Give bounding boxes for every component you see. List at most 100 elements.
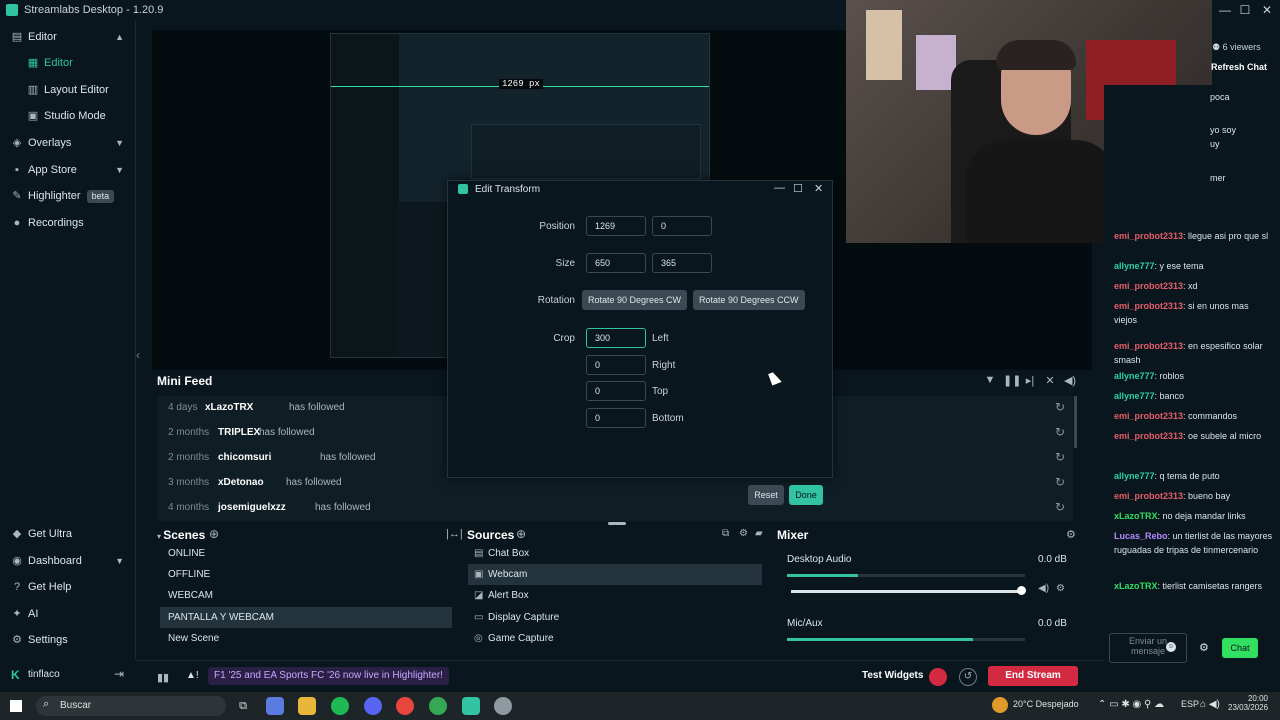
chat-username[interactable]: emi_probot2313 <box>1114 231 1183 241</box>
windows-start-icon[interactable] <box>10 700 22 712</box>
sidebar-item-get-ultra[interactable]: ◆ Get Ultra <box>0 521 136 547</box>
maximize-icon[interactable]: ☐ <box>1236 2 1254 18</box>
chat-username[interactable]: emi_probot2313 <box>1114 491 1183 501</box>
repeat-alert-icon[interactable]: ↻ <box>1055 425 1065 439</box>
chat-username[interactable]: Lucas_Rebo <box>1114 531 1168 541</box>
spotify-icon[interactable] <box>331 697 349 715</box>
sidebar-item-highlighter[interactable]: ✎ Highlighter beta <box>0 183 136 209</box>
sidebar-item-ai[interactable]: ✦ AI <box>0 601 136 627</box>
source-item[interactable]: ◪ Alert Box <box>468 585 762 606</box>
chat-username[interactable]: emi_probot2313 <box>1114 341 1183 351</box>
repeat-alert-icon[interactable]: ↻ <box>1055 475 1065 489</box>
logout-icon[interactable]: ⇥ <box>114 667 124 681</box>
minifeed-scrollbar[interactable] <box>1074 396 1077 448</box>
rotate-ccw-button[interactable]: Rotate 90 Degrees CCW <box>693 290 805 310</box>
user-profile[interactable]: K tinflaco ⇥ <box>0 664 136 688</box>
scene-item[interactable]: OFFLINE <box>160 564 452 585</box>
transition-icon[interactable]: |↔| <box>446 528 463 540</box>
sidebar-item-get-help[interactable]: ? Get Help <box>0 574 136 600</box>
folder-icon[interactable]: ▰ <box>755 528 763 539</box>
add-source-icon[interactable]: ⊕ <box>516 527 526 541</box>
promo-banner[interactable]: F1 '25 and EA Sports FC '26 now live in … <box>208 667 449 685</box>
replay-buffer-icon[interactable]: ↺ <box>959 668 977 686</box>
taskbar-search[interactable]: Buscar <box>36 696 226 716</box>
chat-username[interactable]: emi_probot2313 <box>1114 301 1183 311</box>
done-button[interactable]: Done <box>789 485 823 505</box>
weather-text[interactable]: 20°C Despejado <box>1013 699 1079 709</box>
add-scene-icon[interactable]: ⊕ <box>209 527 219 541</box>
language-indicator[interactable]: ESP <box>1181 699 1199 709</box>
minimize-icon[interactable]: — <box>1216 2 1234 18</box>
chat-username[interactable]: xLazoTRX <box>1114 511 1158 521</box>
dialog-minimize-icon[interactable]: — <box>774 182 785 194</box>
scene-item[interactable]: New Scene <box>160 628 452 649</box>
file-explorer-icon[interactable] <box>298 697 316 715</box>
chat-username[interactable]: allyne777 <box>1114 261 1155 271</box>
source-item[interactable]: ◎ Game Capture <box>468 628 762 649</box>
chat-username[interactable]: allyne777 <box>1114 471 1155 481</box>
record-button[interactable] <box>929 668 947 686</box>
sidebar-item-editor-group[interactable]: ▤ Editor ▲ <box>0 24 136 50</box>
volume-slider-handle[interactable] <box>1017 586 1026 595</box>
pause-icon[interactable]: ❚❚ <box>1003 374 1021 388</box>
dialog-close-icon[interactable]: ✕ <box>814 182 823 195</box>
chat-username[interactable]: emi_probot2313 <box>1114 281 1183 291</box>
chat-username[interactable]: emi_probot2313 <box>1114 431 1183 441</box>
channel-settings-icon[interactable]: ⚙ <box>1056 583 1065 594</box>
sidebar-item-layout-editor[interactable]: ▥ Layout Editor <box>0 77 136 103</box>
source-item[interactable]: ▤ Chat Box <box>468 543 762 564</box>
refresh-chat-button[interactable]: Refresh Chat <box>1211 62 1267 72</box>
crop-left-input[interactable] <box>586 328 646 348</box>
streamlabs-taskbar-icon[interactable] <box>462 697 480 715</box>
end-stream-button[interactable]: End Stream <box>988 666 1078 686</box>
chat-send-button[interactable]: Chat <box>1222 638 1258 658</box>
size-height-input[interactable] <box>652 253 712 273</box>
chat-username[interactable]: xLazoTRX <box>1114 581 1158 591</box>
crop-top-input[interactable] <box>586 381 646 401</box>
sidebar-item-studio-mode[interactable]: ▣ Studio Mode <box>0 103 136 129</box>
mixer-settings-icon[interactable]: ⚙ <box>1066 528 1076 541</box>
task-view-icon[interactable]: ⧉ <box>234 697 252 715</box>
skip-icon[interactable]: ▸| <box>1023 374 1037 388</box>
sidebar-item-recordings[interactable]: ● Recordings <box>0 210 136 236</box>
mute-icon[interactable]: ◀) <box>1038 583 1049 594</box>
resize-handle[interactable] <box>608 522 626 525</box>
discord-icon[interactable] <box>364 697 382 715</box>
chrome-profile-icon[interactable] <box>429 697 447 715</box>
size-width-input[interactable] <box>586 253 646 273</box>
sidebar-item-overlays[interactable]: ◈ Overlays ▼ <box>0 130 136 156</box>
scene-item[interactable]: PANTALLA Y WEBCAM <box>160 607 452 628</box>
collapse-preview-icon[interactable]: ‹ <box>136 348 146 362</box>
reset-button[interactable]: Reset <box>748 485 784 505</box>
repeat-alert-icon[interactable]: ↻ <box>1055 500 1065 514</box>
filter-icon[interactable]: ▼ <box>983 374 997 388</box>
source-item[interactable]: ▭ Display Capture <box>468 607 762 628</box>
scene-item[interactable]: ONLINE <box>160 543 452 564</box>
stats-icon[interactable]: ▮▮ <box>157 671 169 684</box>
repeat-alert-icon[interactable]: ↻ <box>1055 450 1065 464</box>
network-volume-icons[interactable]: ⌂ ◀) <box>1200 699 1220 710</box>
position-x-input[interactable] <box>586 216 646 236</box>
source-properties-icon[interactable]: ⚙ <box>739 528 748 539</box>
group-sources-icon[interactable]: ⧉ <box>722 528 729 539</box>
rotate-cw-button[interactable]: Rotate 90 Degrees CW <box>582 290 688 310</box>
chrome-icon[interactable] <box>396 697 414 715</box>
notifications-icon[interactable]: ▲! <box>186 670 199 681</box>
tray-icons[interactable]: ⌃ ▭ ✱ ◉ ⚲ ☁ <box>1098 699 1164 710</box>
position-y-input[interactable] <box>652 216 712 236</box>
dialog-maximize-icon[interactable]: ☐ <box>793 182 803 195</box>
source-item[interactable]: ▣ Webcam <box>468 564 762 585</box>
chat-username[interactable]: emi_probot2313 <box>1114 411 1183 421</box>
crop-bottom-input[interactable] <box>586 408 646 428</box>
emoji-icon[interactable]: ☺ <box>1166 642 1176 652</box>
repeat-alert-icon[interactable]: ↻ <box>1055 400 1065 414</box>
mute-alerts-icon[interactable]: ✕ <box>1043 374 1057 388</box>
sidebar-item-editor[interactable]: ▦ Editor <box>0 50 136 76</box>
volume-icon[interactable]: ◀) <box>1063 374 1077 388</box>
volume-slider[interactable] <box>791 590 1023 593</box>
sidebar-item-app-store[interactable]: ▪ App Store ▼ <box>0 157 136 183</box>
copilot-icon[interactable] <box>266 697 284 715</box>
app-taskbar-icon[interactable] <box>494 697 512 715</box>
close-icon[interactable]: ✕ <box>1258 2 1276 18</box>
sidebar-item-dashboard[interactable]: ◉ Dashboard ▼ <box>0 548 136 574</box>
